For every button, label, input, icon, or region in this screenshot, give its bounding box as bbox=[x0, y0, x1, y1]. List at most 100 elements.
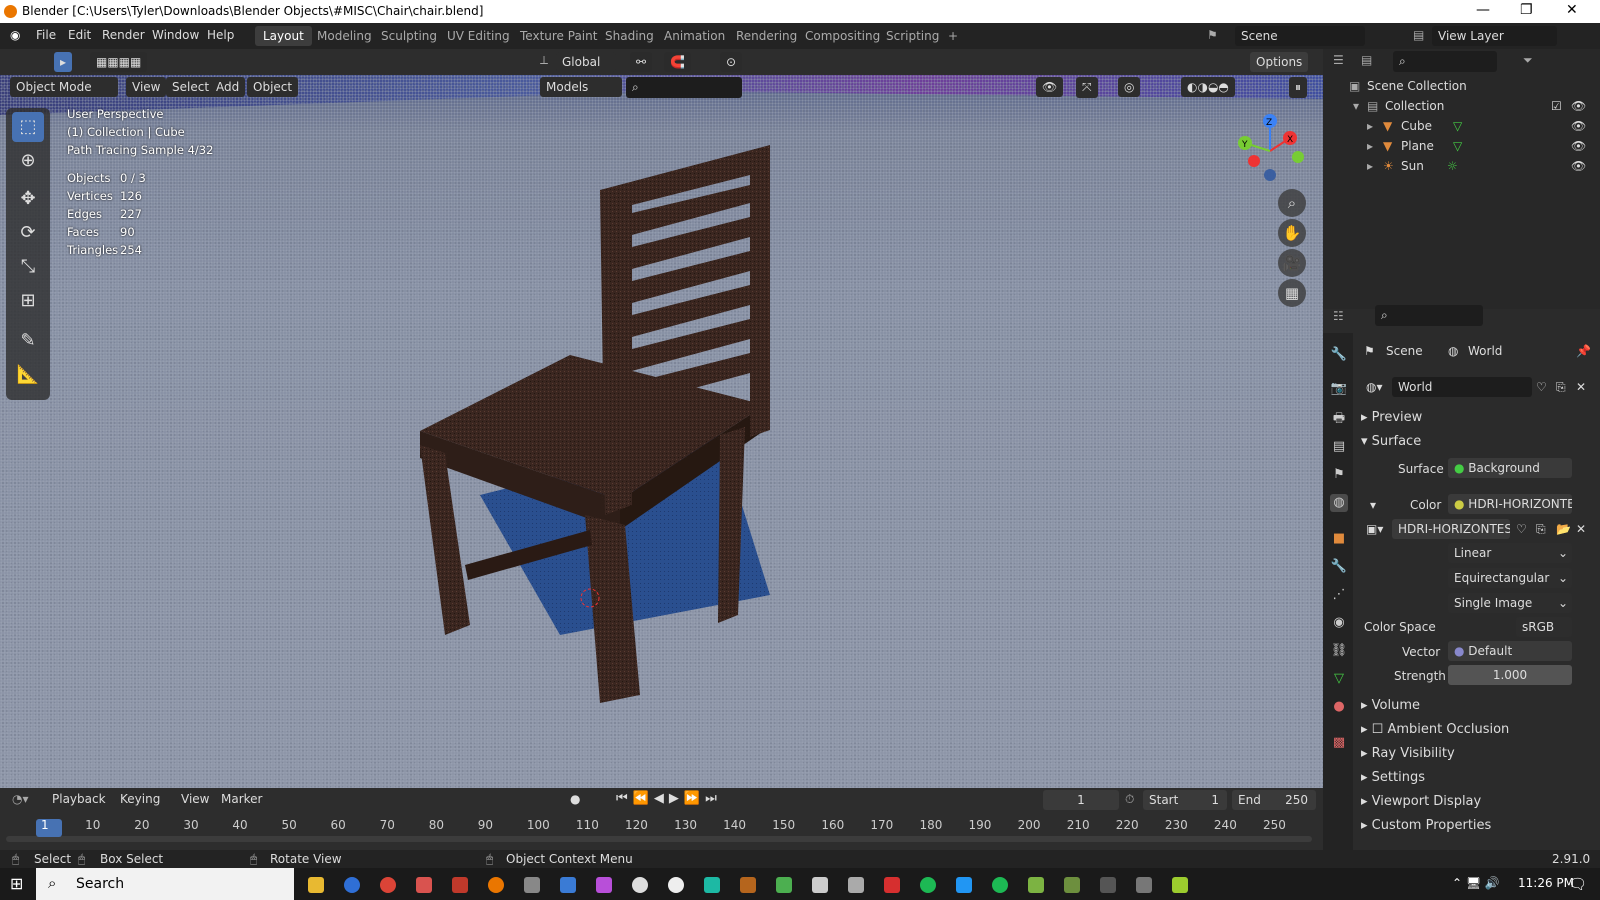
cursor-tool-icon[interactable]: ⊕ bbox=[12, 146, 44, 176]
start-frame-field[interactable]: Start 1 bbox=[1143, 790, 1227, 810]
constraints-tab-icon[interactable]: ⛓ bbox=[1330, 642, 1348, 660]
new-world-icon[interactable]: ⎘ bbox=[1556, 380, 1566, 395]
tab-compositing[interactable]: Compositing bbox=[797, 26, 888, 46]
blender-menu-icon[interactable]: ◉ bbox=[10, 28, 20, 42]
move-tool-icon[interactable]: ✥ bbox=[12, 184, 44, 214]
physics-tab-icon[interactable]: ◉ bbox=[1330, 614, 1348, 632]
app-icon[interactable] bbox=[1172, 877, 1188, 893]
current-frame-field[interactable]: 1 bbox=[1043, 790, 1119, 810]
section-volume[interactable]: ▸ Volume bbox=[1361, 698, 1420, 713]
tab-uv-editing[interactable]: UV Editing bbox=[439, 26, 518, 46]
proportional-edit-icon[interactable]: ⊙ bbox=[720, 52, 743, 72]
strength-slider[interactable]: 1.000 bbox=[1448, 665, 1572, 685]
section-ambient-occlusion[interactable]: ▸ ☐ Ambient Occlusion bbox=[1361, 722, 1509, 737]
scene-selector[interactable]: Scene bbox=[1235, 26, 1365, 46]
section-viewport-display[interactable]: ▸ Viewport Display bbox=[1361, 794, 1481, 809]
vector-input-field[interactable]: ● Default bbox=[1448, 641, 1572, 661]
menu-object[interactable]: Object bbox=[247, 77, 299, 97]
select-box-tool-icon[interactable]: ⬚ bbox=[12, 112, 44, 142]
surface-shader-field[interactable]: ● Background bbox=[1448, 458, 1572, 478]
world-tab-icon[interactable]: ◍ bbox=[1330, 494, 1348, 512]
object-tab-icon[interactable]: ■ bbox=[1330, 530, 1348, 548]
projection-dropdown[interactable]: Equirectangular ⌄ bbox=[1448, 568, 1572, 588]
playback-controls-icon[interactable]: ⏮⏪◀▶⏩⏭ bbox=[616, 791, 722, 806]
menu-render[interactable]: Render bbox=[102, 28, 145, 42]
image-type-icon[interactable]: ▣▾ bbox=[1366, 522, 1383, 536]
tab-sculpting[interactable]: Sculpting bbox=[373, 26, 445, 46]
minimize-button[interactable]: — bbox=[1476, 2, 1490, 18]
open-image-icon[interactable]: 📂 bbox=[1556, 522, 1571, 536]
properties-search-input[interactable]: ⌕ bbox=[1375, 305, 1483, 326]
system-tray-icons[interactable]: ⌃ 🖥 🔊 bbox=[1452, 876, 1500, 890]
camera-view-icon[interactable]: 🎥 bbox=[1278, 249, 1306, 277]
app-icon[interactable] bbox=[1028, 877, 1044, 893]
color-space-dropdown[interactable]: sRGB bbox=[1516, 617, 1572, 637]
tab-layout[interactable]: Layout bbox=[255, 26, 312, 46]
outliner-row-cube[interactable]: ▸ ▼ Cube ▽ 👁 bbox=[1323, 119, 1600, 139]
modifier-tab-icon[interactable]: 🔧 bbox=[1330, 558, 1348, 576]
unlink-world-icon[interactable]: ✕ bbox=[1576, 380, 1586, 394]
tool-tab-icon[interactable]: 🔧 bbox=[1330, 346, 1348, 364]
app-icon[interactable] bbox=[848, 877, 864, 893]
app-icon[interactable] bbox=[452, 877, 468, 893]
3d-viewport[interactable]: Object Mode View Select Add Object Model… bbox=[0, 75, 1323, 788]
app-icon[interactable] bbox=[704, 877, 720, 893]
section-surface[interactable]: ▾ Surface bbox=[1361, 434, 1421, 449]
app-icon[interactable] bbox=[776, 877, 792, 893]
close-button[interactable]: ✕ bbox=[1566, 2, 1578, 18]
editor-type-icon[interactable]: ☷ bbox=[1333, 309, 1344, 323]
texture-tab-icon[interactable]: ▩ bbox=[1330, 734, 1348, 752]
scene-tab-icon[interactable]: ⚑ bbox=[1330, 466, 1348, 484]
eye-icon[interactable]: 👁 bbox=[1571, 99, 1586, 113]
app-icon[interactable] bbox=[956, 877, 972, 893]
particles-tab-icon[interactable]: ⋰ bbox=[1330, 586, 1348, 604]
eye-icon[interactable]: 👁 bbox=[1571, 139, 1586, 153]
output-tab-icon[interactable]: 🖶 bbox=[1330, 410, 1348, 428]
measure-tool-icon[interactable]: 📐 bbox=[12, 360, 44, 390]
transform-tool-icon[interactable]: ⊞ bbox=[12, 286, 44, 316]
end-frame-field[interactable]: End 250 bbox=[1232, 790, 1316, 810]
viewport-search-input[interactable]: ⌕ bbox=[626, 77, 742, 98]
menu-add[interactable]: Add bbox=[210, 77, 246, 97]
record-icon[interactable]: ● bbox=[570, 792, 580, 806]
taskbar-search-box[interactable]: ⌕ Search bbox=[36, 868, 294, 900]
material-tab-icon[interactable]: ● bbox=[1330, 698, 1348, 716]
app-icon[interactable] bbox=[596, 877, 612, 893]
menu-window[interactable]: Window bbox=[152, 28, 199, 42]
ortho-grid-icon[interactable]: ▦ bbox=[1278, 279, 1306, 307]
menu-edit[interactable]: Edit bbox=[68, 28, 91, 42]
menu-playback[interactable]: Playback bbox=[52, 792, 106, 806]
spotify-icon[interactable] bbox=[992, 877, 1008, 893]
zoom-icon[interactable]: ⌕ bbox=[1278, 189, 1306, 217]
gizmo-toggle-icon[interactable]: ⤧ bbox=[1076, 77, 1098, 98]
section-preview[interactable]: ▸ Preview bbox=[1361, 410, 1422, 425]
blender-taskbar-icon[interactable] bbox=[488, 877, 504, 893]
notifications-icon[interactable]: 🗨 bbox=[1568, 875, 1587, 893]
world-datablock-field[interactable]: World bbox=[1392, 377, 1532, 397]
new-image-icon[interactable]: ⎘ bbox=[1536, 522, 1546, 537]
menu-help[interactable]: Help bbox=[207, 28, 234, 42]
outliner-row-collection[interactable]: ▾ ▤ Collection ☑ 👁 bbox=[1323, 99, 1600, 119]
render-tab-icon[interactable]: 📷 bbox=[1330, 380, 1348, 398]
filter-icon[interactable]: ⏷ bbox=[1523, 53, 1533, 68]
outliner-row-sun[interactable]: ▸ ☀ Sun ☼ 👁 bbox=[1323, 159, 1600, 179]
tab-rendering[interactable]: Rendering bbox=[728, 26, 805, 46]
checkbox-icon[interactable]: ☑ bbox=[1551, 99, 1562, 113]
expand-arrow-icon[interactable]: ▸ bbox=[1367, 159, 1373, 173]
playhead[interactable] bbox=[36, 819, 62, 837]
app-icon[interactable] bbox=[740, 877, 756, 893]
display-mode-icon[interactable]: ▤ bbox=[1361, 53, 1372, 67]
add-workspace-button[interactable]: + bbox=[940, 26, 966, 46]
navigation-gizmo[interactable]: Z X Y bbox=[1230, 113, 1310, 193]
color-collapse-icon[interactable]: ▾ bbox=[1370, 498, 1376, 512]
pan-hand-icon[interactable]: ✋ bbox=[1278, 219, 1306, 247]
preview-range-icon[interactable]: ⏱ bbox=[1125, 792, 1134, 807]
data-tab-icon[interactable]: ▽ bbox=[1330, 670, 1348, 688]
menu-timeline-view[interactable]: View bbox=[181, 792, 209, 806]
tab-modeling[interactable]: Modeling bbox=[309, 26, 380, 46]
app-icon[interactable] bbox=[416, 877, 432, 893]
app-icon[interactable] bbox=[812, 877, 828, 893]
collection-filter-dropdown[interactable]: Models bbox=[540, 77, 622, 97]
selection-mode-buttons[interactable]: ▦▦▦▦ bbox=[90, 52, 148, 72]
visibility-icon[interactable]: 👁 bbox=[1036, 77, 1064, 97]
